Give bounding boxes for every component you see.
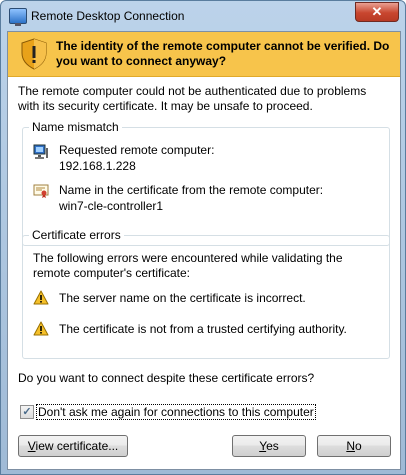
certificate-errors-group: Certificate errors The following errors … bbox=[22, 228, 390, 359]
requested-computer-value: 192.168.1.228 bbox=[59, 159, 136, 173]
dont-ask-again-checkbox[interactable]: ✓ bbox=[20, 405, 34, 419]
computer-icon bbox=[33, 144, 48, 159]
warning-icon bbox=[33, 321, 49, 336]
close-button[interactable]: ✕ bbox=[355, 2, 399, 22]
name-mismatch-label: Name mismatch bbox=[29, 120, 122, 134]
remote-desktop-icon bbox=[9, 8, 27, 26]
dialog-window: Remote Desktop Connection ✕ The identity… bbox=[0, 0, 406, 475]
question-text: Do you want to connect despite these cer… bbox=[18, 371, 315, 385]
title-bar[interactable]: Remote Desktop Connection ✕ bbox=[1, 1, 405, 31]
dialog-content: The identity of the remote computer cann… bbox=[7, 31, 401, 470]
window-title: Remote Desktop Connection bbox=[31, 9, 185, 23]
error-item: The certificate is not from a trusted ce… bbox=[59, 322, 347, 336]
error-item: The server name on the certificate is in… bbox=[59, 291, 306, 305]
yes-button[interactable]: Yes bbox=[232, 435, 306, 457]
view-certificate-button[interactable]: View certificate... bbox=[18, 435, 128, 457]
checkmark-icon: ✓ bbox=[22, 406, 32, 418]
requested-computer-label: Requested remote computer: bbox=[59, 143, 215, 157]
dont-ask-again-label[interactable]: Don't ask me again for connections to th… bbox=[36, 404, 316, 420]
certificate-name-value: win7-cle-controller1 bbox=[59, 199, 164, 213]
warning-banner: The identity of the remote computer cann… bbox=[8, 32, 400, 77]
certificate-icon bbox=[33, 184, 49, 198]
certificate-name-label: Name in the certificate from the remote … bbox=[59, 183, 324, 197]
shield-warning-icon bbox=[21, 38, 47, 70]
intro-text: The remote computer could not be authent… bbox=[18, 84, 367, 113]
no-button[interactable]: No bbox=[317, 435, 391, 457]
banner-text: The identity of the remote computer cann… bbox=[56, 39, 390, 68]
close-icon: ✕ bbox=[371, 4, 383, 19]
certificate-errors-intro: The following errors were encountered wh… bbox=[33, 251, 343, 280]
warning-icon bbox=[33, 290, 49, 305]
certificate-errors-label: Certificate errors bbox=[29, 228, 124, 242]
